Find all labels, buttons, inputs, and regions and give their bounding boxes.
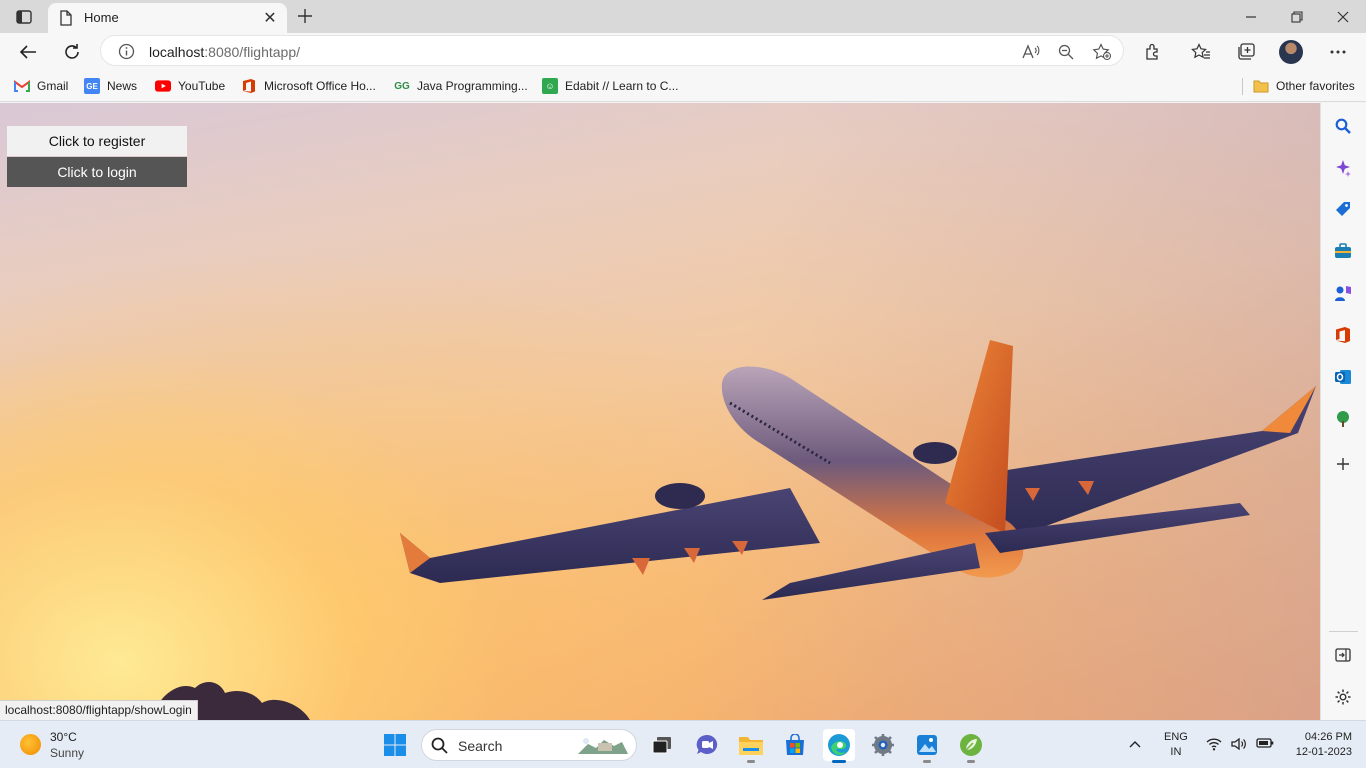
system-tray[interactable] xyxy=(1206,737,1274,754)
windows-taskbar: 30°C Sunny Search ENG IN 04:26 PM 12-01-… xyxy=(0,720,1366,768)
search-icon xyxy=(431,737,448,757)
language-indicator[interactable]: ENG IN xyxy=(1164,730,1188,760)
url-path: :8080/flightapp/ xyxy=(204,44,301,60)
favorite-java[interactable]: GG Java Programming... xyxy=(394,76,528,96)
status-bar-url: localhost:8080/flightapp/showLogin xyxy=(0,700,198,720)
airplane-image xyxy=(150,340,1316,720)
search-label: Search xyxy=(458,738,503,754)
favorites-icon[interactable] xyxy=(1186,37,1216,67)
site-info-icon[interactable] xyxy=(118,43,135,63)
news-icon: GE xyxy=(84,78,100,94)
folder-icon xyxy=(1253,78,1269,94)
edabit-icon: ☺ xyxy=(542,78,558,94)
wifi-icon[interactable] xyxy=(1206,737,1222,754)
page-icon xyxy=(59,10,73,29)
more-menu-icon[interactable] xyxy=(1323,37,1353,67)
file-explorer-icon[interactable] xyxy=(735,729,767,763)
chevron-up-icon[interactable] xyxy=(1129,737,1141,751)
zoom-icon[interactable] xyxy=(1055,41,1077,63)
other-favorites-label: Other favorites xyxy=(1276,79,1355,93)
register-button[interactable]: Click to register xyxy=(7,126,187,156)
favorites-divider xyxy=(1242,78,1243,95)
collections-icon[interactable] xyxy=(1231,37,1261,67)
copilot-sparkle-icon[interactable] xyxy=(1332,157,1354,179)
gmail-icon xyxy=(14,78,30,94)
close-tab-icon[interactable]: ✕ xyxy=(260,8,280,28)
other-favorites[interactable]: Other favorites xyxy=(1253,76,1355,96)
address-bar[interactable]: localhost:8080/flightapp/ xyxy=(100,35,1124,66)
tree-icon[interactable] xyxy=(1332,408,1354,430)
refresh-icon[interactable] xyxy=(57,37,87,67)
favorite-label: Gmail xyxy=(37,79,69,93)
start-button[interactable] xyxy=(379,729,411,761)
task-view-icon[interactable] xyxy=(646,729,678,761)
restore-icon[interactable] xyxy=(1274,0,1320,33)
add-sidebar-app-icon[interactable] xyxy=(1332,453,1354,475)
close-window-icon[interactable] xyxy=(1320,0,1366,33)
weather-temperature[interactable]: 30°C xyxy=(50,730,77,744)
favorite-edabit[interactable]: ☺ Edabit // Learn to C... xyxy=(542,76,678,96)
search-highlight-image xyxy=(578,738,628,754)
favorite-label: YouTube xyxy=(178,79,226,93)
url-host: localhost xyxy=(149,44,205,60)
lang-line-1: ENG xyxy=(1164,731,1188,743)
favorite-office[interactable]: Microsoft Office Ho... xyxy=(241,76,376,96)
office-icon xyxy=(241,78,257,94)
spring-tool-icon[interactable] xyxy=(955,729,987,763)
battery-icon[interactable] xyxy=(1256,737,1274,754)
edge-browser-icon[interactable] xyxy=(823,729,855,763)
office-icon[interactable] xyxy=(1332,324,1354,346)
shopping-tag-icon[interactable] xyxy=(1332,198,1354,220)
system-clock[interactable]: 04:26 PM 12-01-2023 xyxy=(1284,730,1352,760)
favorite-label: Microsoft Office Ho... xyxy=(264,79,376,93)
tools-icon[interactable] xyxy=(1332,240,1354,262)
page-content: Click to register Click to login localho… xyxy=(0,103,1320,720)
favorite-gmail[interactable]: Gmail xyxy=(14,76,68,96)
geeks-icon: GG xyxy=(394,80,410,92)
tab-strip: Home ✕ xyxy=(0,0,1366,33)
games-icon[interactable] xyxy=(1332,282,1354,304)
favorite-youtube[interactable]: YouTube xyxy=(155,76,225,96)
edge-sidebar xyxy=(1320,103,1366,720)
volume-icon[interactable] xyxy=(1231,737,1247,754)
favorite-label: News xyxy=(107,79,138,93)
minimize-icon[interactable] xyxy=(1228,0,1274,33)
favorite-news[interactable]: GE News xyxy=(84,76,137,96)
outlook-icon[interactable] xyxy=(1332,366,1354,388)
clock-time: 04:26 PM xyxy=(1304,731,1352,743)
favorite-label: Java Programming... xyxy=(417,79,528,93)
favorites-bar: Gmail GE News YouTube Microsoft Office H… xyxy=(0,70,1366,102)
tab-title: Home xyxy=(84,10,119,25)
settings-gear-icon[interactable] xyxy=(1332,686,1354,708)
microsoft-store-icon[interactable] xyxy=(779,729,811,761)
read-aloud-icon[interactable] xyxy=(1020,41,1042,63)
tab-actions-icon[interactable] xyxy=(10,6,38,28)
login-button[interactable]: Click to login xyxy=(7,157,187,187)
youtube-icon xyxy=(155,78,171,94)
weather-condition[interactable]: Sunny xyxy=(50,746,84,760)
add-favorite-icon[interactable] xyxy=(1091,41,1113,63)
search-icon[interactable] xyxy=(1332,115,1354,137)
tab-home[interactable]: Home ✕ xyxy=(48,3,287,33)
teams-chat-icon[interactable] xyxy=(691,729,723,761)
url-text[interactable]: localhost:8080/flightapp/ xyxy=(149,44,300,60)
extensions-icon[interactable] xyxy=(1138,37,1168,67)
lang-line-2: IN xyxy=(1170,746,1182,758)
new-tab-icon[interactable] xyxy=(294,5,316,27)
weather-sun-icon[interactable] xyxy=(20,734,41,755)
back-icon[interactable] xyxy=(13,37,43,67)
settings-app-icon[interactable] xyxy=(867,729,899,761)
favorite-label: Edabit // Learn to C... xyxy=(565,79,679,93)
browser-toolbar: localhost:8080/flightapp/ xyxy=(0,33,1366,70)
clock-date: 12-01-2023 xyxy=(1295,746,1352,758)
hide-sidebar-icon[interactable] xyxy=(1332,644,1354,666)
photos-app-icon[interactable] xyxy=(911,729,943,763)
profile-avatar[interactable] xyxy=(1279,40,1303,64)
taskbar-search[interactable]: Search xyxy=(421,729,637,761)
